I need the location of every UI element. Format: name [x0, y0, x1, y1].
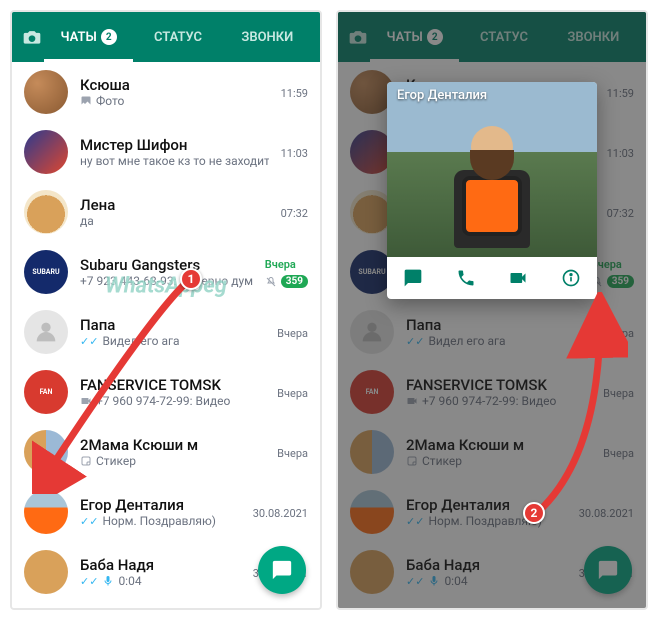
- chats-unread-badge: 2: [101, 29, 117, 45]
- chat-name: Лена: [80, 196, 269, 214]
- avatar[interactable]: [24, 490, 68, 534]
- chat-row[interactable]: Мистер Шифонну вот мне такое кз то не за…: [12, 122, 320, 182]
- muted-icon: [265, 276, 277, 288]
- chat-preview: +7 923 443-63-93: Наверно дума…: [80, 274, 253, 288]
- chat-preview: Фото: [80, 94, 269, 108]
- chat-name: 2Мама Ксюши м: [80, 436, 265, 454]
- avatar[interactable]: [24, 130, 68, 174]
- phone-screenshot-right: ЧАТЫ 2 СТАТУС ЗВОНКИ КсюшаФото11:59Мисте…: [336, 10, 648, 610]
- chat-time: 07:32: [281, 207, 308, 220]
- app-header: ЧАТЫ 2 СТАТУС ЗВОНКИ: [12, 12, 320, 62]
- chat-time: Вчера: [265, 258, 296, 271]
- profile-name: Егор Денталия: [397, 88, 487, 103]
- chat-row[interactable]: КсюшаФото 11:59: [12, 62, 320, 122]
- chat-time: 11:03: [281, 147, 308, 160]
- profile-actions: [387, 257, 597, 299]
- chat-name: Ксюша: [80, 76, 269, 94]
- tab-calls[interactable]: ЗВОНКИ: [223, 12, 312, 62]
- chat-name: Мистер Шифон: [80, 136, 269, 154]
- chat-row[interactable]: Егор Денталия✓✓Норм. Поздравляю) 30.08.20…: [12, 482, 320, 542]
- annotation-badge-1: 1: [180, 268, 202, 290]
- chat-row[interactable]: 2Мама Ксюши мСтикер Вчера: [12, 422, 320, 482]
- profile-preview-overlay[interactable]: Егор Денталия: [338, 12, 646, 608]
- tab-chats-label: ЧАТЫ: [61, 30, 97, 45]
- avatar[interactable]: [24, 310, 68, 354]
- chat-row[interactable]: Ленада 07:32: [12, 182, 320, 242]
- tab-status-label: СТАТУС: [154, 30, 202, 45]
- annotation-badge-2: 2: [523, 502, 545, 524]
- chat-list[interactable]: КсюшаФото 11:59 Мистер Шифонну вот мне так…: [12, 62, 320, 608]
- chat-preview: +7 960 974-72-99: Видео: [80, 394, 265, 408]
- avatar[interactable]: [24, 190, 68, 234]
- chat-preview: Стикер: [80, 454, 265, 468]
- profile-photo[interactable]: Егор Денталия: [387, 82, 597, 257]
- avatar[interactable]: [24, 550, 68, 594]
- chat-preview: ✓✓Норм. Поздравляю): [80, 514, 241, 528]
- chat-row[interactable]: FAN FANSERVICE TOMSK+7 960 974-72-99: Вид…: [12, 362, 320, 422]
- person-in-photo: [442, 122, 542, 257]
- chat-name: Егор Денталия: [80, 496, 241, 514]
- avatar[interactable]: [24, 430, 68, 474]
- chat-preview: да: [80, 214, 269, 228]
- phone-screenshot-left: ЧАТЫ 2 СТАТУС ЗВОНКИ КсюшаФото 11:59 Мисте…: [10, 10, 322, 610]
- action-video-call[interactable]: [492, 257, 545, 299]
- chat-time: Вчера: [277, 327, 308, 340]
- tab-calls-label: ЗВОНКИ: [241, 30, 293, 45]
- chat-time: 11:59: [281, 87, 308, 100]
- unread-badge: 359: [281, 275, 308, 288]
- chat-time: Вчера: [277, 387, 308, 400]
- action-info[interactable]: [545, 257, 598, 299]
- chat-preview: ну вот мне такое кз то не заходит, мне…: [80, 154, 269, 168]
- chat-name: Subaru Gangsters: [80, 256, 253, 274]
- chat-row[interactable]: Папа✓✓Видел его ага Вчера: [12, 302, 320, 362]
- avatar[interactable]: FAN: [24, 370, 68, 414]
- chat-name: FANSERVICE TOMSK: [80, 376, 265, 394]
- chat-time: Вчера: [277, 447, 308, 460]
- chat-time: 30.08.2021: [253, 507, 308, 520]
- tab-status[interactable]: СТАТУС: [133, 12, 222, 62]
- camera-icon[interactable]: [20, 25, 44, 49]
- chat-name: Папа: [80, 316, 265, 334]
- avatar[interactable]: SUBARU: [24, 250, 68, 294]
- chat-preview: ✓✓0:04: [80, 574, 241, 588]
- new-chat-fab[interactable]: [258, 546, 306, 594]
- action-voice-call[interactable]: [440, 257, 493, 299]
- profile-preview-card: Егор Денталия: [387, 82, 597, 299]
- chat-name: Баба Надя: [80, 556, 241, 574]
- avatar[interactable]: [24, 70, 68, 114]
- chat-preview: ✓✓Видел его ага: [80, 334, 265, 348]
- chat-row[interactable]: SUBARU Subaru Gangsters+7 923 443-63-93: …: [12, 242, 320, 302]
- tab-chats[interactable]: ЧАТЫ 2: [44, 12, 133, 62]
- action-message[interactable]: [387, 257, 440, 299]
- tab-bar: ЧАТЫ 2 СТАТУС ЗВОНКИ: [44, 12, 312, 62]
